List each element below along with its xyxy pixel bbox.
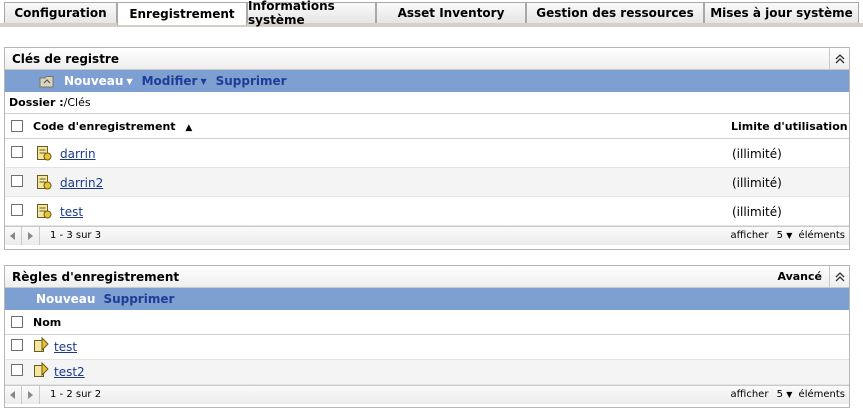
folder-up-icon[interactable] (39, 75, 55, 88)
column-code[interactable]: Code d'enregistrement ▲ (33, 120, 192, 133)
caret-down-icon: ▼ (786, 390, 793, 399)
page-size-value: 5 (776, 230, 784, 241)
items-label: éléments (798, 389, 845, 400)
double-chevron-up-icon (835, 53, 844, 63)
row-checkbox[interactable] (11, 175, 23, 187)
usage-limit: (illimité) (732, 205, 782, 219)
page-size-select[interactable]: 5 ▼ (777, 230, 793, 241)
tab-configuration[interactable]: Configuration (4, 2, 117, 23)
double-chevron-up-icon (835, 271, 844, 281)
modify-button-label: Modifier (141, 74, 198, 88)
row-checkbox[interactable] (11, 146, 23, 158)
pagination-text: 1 - 3 sur 3 (50, 230, 102, 241)
tab-informations-systeme[interactable]: Informations système (247, 0, 376, 27)
usage-limit: (illimité) (732, 147, 782, 161)
page-size-select[interactable]: 5 ▼ (777, 389, 793, 400)
rule-link[interactable]: test (54, 340, 77, 354)
breadcrumb-label: Dossier : (9, 96, 64, 109)
row-checkbox[interactable] (11, 339, 23, 351)
panel-header: Règles d'enregistrement Avancé (5, 266, 849, 288)
registry-key-link[interactable]: darrin2 (60, 176, 103, 190)
caret-down-icon: ▼ (200, 76, 207, 86)
show-label: afficher (730, 389, 769, 400)
column-code-label: Code d'enregistrement (33, 120, 176, 133)
modify-button[interactable]: Modifier ▼ (142, 74, 207, 88)
caret-down-icon: ▼ (786, 231, 793, 240)
tab-gestion-des-ressources[interactable]: Gestion des ressources (526, 2, 704, 23)
breadcrumb: Dossier :/Clés (5, 92, 849, 114)
next-page-button[interactable] (23, 386, 40, 404)
registration-key-icon (36, 174, 52, 193)
previous-page-button[interactable] (5, 386, 22, 404)
page-size-control: afficher 5 ▼ éléments (731, 389, 845, 400)
registry-toolbar: Nouveau ▼ Modifier ▼ Supprimer (5, 70, 849, 92)
row-checkbox[interactable] (11, 204, 23, 216)
advanced-link[interactable]: Avancé (777, 270, 822, 283)
table-row: darrin (illimité) (5, 139, 849, 168)
panel-title: Clés de registre (12, 52, 119, 66)
tab-enregistrement[interactable]: Enregistrement (117, 2, 247, 25)
collapse-button[interactable] (829, 48, 849, 69)
registration-rules-panel: Règles d'enregistrement Avancé Nouveau S… (4, 265, 850, 408)
triangle-left-icon (10, 232, 15, 240)
tab-asset-inventory[interactable]: Asset Inventory (376, 2, 526, 23)
registry-keys-panel: Clés de registre Nouveau ▼ Modifier ▼ Su… (4, 47, 850, 250)
table-row: test2 (5, 360, 849, 385)
usage-limit: (illimité) (732, 176, 782, 190)
new-button[interactable]: Nouveau (36, 292, 95, 306)
page-size-value: 5 (776, 389, 784, 400)
table-row: darrin2 (illimité) (5, 168, 849, 197)
previous-page-button[interactable] (5, 227, 22, 245)
column-header-row: Code d'enregistrement ▲ Limite d'utilisa… (5, 114, 849, 139)
page-size-control: afficher 5 ▼ éléments (731, 230, 845, 241)
pagination-footer: 1 - 2 sur 2 afficher 5 ▼ éléments (5, 385, 849, 404)
pagination-text: 1 - 2 sur 2 (50, 389, 102, 400)
show-label: afficher (730, 230, 769, 241)
collapse-button[interactable] (829, 266, 849, 287)
next-page-button[interactable] (23, 227, 40, 245)
registration-key-icon (36, 145, 52, 164)
registry-key-link[interactable]: test (60, 205, 83, 219)
column-header-row: Nom (5, 310, 849, 335)
new-button[interactable]: Nouveau ▼ (64, 74, 133, 88)
table-row: test (5, 335, 849, 360)
select-all-checkbox[interactable] (11, 120, 23, 132)
rules-toolbar: Nouveau Supprimer (5, 288, 849, 310)
breadcrumb-path: /Clés (63, 96, 91, 109)
triangle-right-icon (28, 391, 33, 399)
triangle-left-icon (10, 391, 15, 399)
sort-ascending-icon: ▲ (185, 123, 193, 133)
panel-title: Règles d'enregistrement (12, 270, 180, 284)
delete-button[interactable]: Supprimer (216, 74, 287, 88)
column-limit[interactable]: Limite d'utilisation (731, 120, 848, 133)
rule-link[interactable]: test2 (54, 365, 85, 379)
registration-key-icon (36, 203, 52, 222)
rule-icon (33, 361, 49, 381)
rule-icon (33, 336, 49, 356)
new-button-label: Nouveau (64, 74, 124, 88)
registry-key-link[interactable]: darrin (60, 147, 96, 161)
pagination-footer: 1 - 3 sur 3 afficher 5 ▼ éléments (5, 226, 849, 245)
triangle-right-icon (28, 232, 33, 240)
panel-header: Clés de registre (5, 48, 849, 70)
tab-bar: Configuration Enregistrement Information… (0, 0, 863, 27)
caret-down-icon: ▼ (126, 76, 133, 86)
column-name[interactable]: Nom (33, 316, 61, 329)
row-checkbox[interactable] (11, 364, 23, 376)
table-row: test (illimité) (5, 197, 849, 226)
items-label: éléments (798, 230, 845, 241)
tab-mises-a-jour-systeme[interactable]: Mises à jour système (704, 2, 859, 23)
delete-button[interactable]: Supprimer (103, 292, 174, 306)
select-all-checkbox[interactable] (11, 316, 23, 328)
